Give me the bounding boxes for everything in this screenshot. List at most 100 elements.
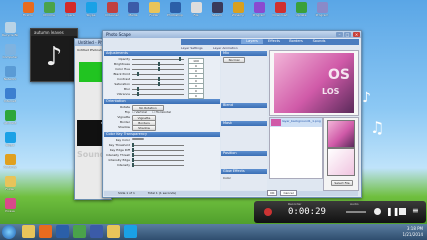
slider-knob[interactable]: [132, 158, 134, 162]
desktop-icon[interactable]: CCleaner: [104, 2, 120, 17]
stop-icon[interactable]: [399, 208, 406, 215]
color-key-header: Color Key Transparency: [104, 132, 220, 137]
key-slider[interactable]: [132, 145, 184, 146]
record-button[interactable]: [264, 208, 272, 216]
slider-knob[interactable]: [158, 77, 160, 81]
taskbar-app-button[interactable]: [39, 225, 52, 238]
player-title[interactable]: autumn leaves: [31, 29, 77, 36]
tab-layers[interactable]: Layers: [241, 39, 263, 44]
desktop-icon[interactable]: Skype: [83, 2, 99, 17]
taskbar-app-button[interactable]: [22, 225, 35, 238]
editor-footer: Slide 1 of 1 Total 1 (1 seconds) OK Canc…: [104, 190, 358, 196]
tab-borders[interactable]: Borders: [285, 39, 307, 44]
key-slider[interactable]: [132, 165, 184, 166]
taskbar-app-button[interactable]: [73, 225, 86, 238]
adjust-slider[interactable]: [132, 74, 184, 75]
desktop-icon-label: Media: [128, 13, 138, 17]
key-slider[interactable]: [132, 150, 184, 151]
desktop-icon[interactable]: Media: [125, 2, 141, 17]
thumbnail[interactable]: [327, 120, 355, 148]
shadow-label: Shadow: [118, 125, 130, 129]
tab-sounds[interactable]: Sounds: [308, 39, 330, 44]
desktop-icon-label: File: [193, 13, 199, 17]
slider-knob[interactable]: [132, 153, 134, 157]
adjust-slider[interactable]: [132, 94, 184, 95]
desktop-icon[interactable]: File: [188, 2, 204, 17]
desktop-icon[interactable]: Skype: [2, 132, 18, 147]
pause-icon[interactable]: ❚❚: [386, 207, 399, 216]
slider-knob[interactable]: [132, 143, 134, 147]
slider-knob[interactable]: [137, 92, 140, 96]
app-icon: [85, 2, 97, 13]
desktop-icon-label: Recycle Bin: [2, 33, 18, 37]
desktop-icon-label: Program: [315, 13, 329, 17]
taskbar-app-button[interactable]: [90, 225, 103, 238]
app-icon: [4, 132, 16, 143]
desktop-icon[interactable]: Winamp: [230, 2, 246, 17]
desktop-icon[interactable]: Firefox: [20, 2, 36, 17]
desktop-icon[interactable]: Download: [272, 2, 288, 17]
slider-knob[interactable]: [137, 87, 140, 91]
minimize-button[interactable]: –: [336, 32, 343, 37]
record-icon[interactable]: [374, 208, 381, 215]
taskbar-date[interactable]: 1/21/2014: [402, 232, 423, 237]
slider-knob[interactable]: [158, 62, 160, 66]
ok-button[interactable]: OK: [267, 190, 278, 196]
slider-knob[interactable]: [132, 163, 134, 167]
taskbar-clock[interactable]: 3:18 PM: [407, 226, 423, 231]
slider-knob[interactable]: [158, 82, 160, 86]
desktop-icon[interactable]: Opera: [62, 2, 78, 17]
adjust-slider[interactable]: [132, 59, 184, 60]
taskbar-app-button[interactable]: [107, 225, 120, 238]
shadow-button[interactable]: Shadow: [132, 125, 156, 131]
desktop-icon-label: Picasa: [5, 209, 15, 213]
desktop-icon[interactable]: Recycle Bin: [2, 22, 18, 37]
desktop-icon[interactable]: Network: [2, 66, 18, 81]
desktop-icon-label: Download: [272, 13, 288, 17]
thumbnail[interactable]: [327, 148, 355, 176]
desktop-icon[interactable]: Steam: [209, 2, 225, 17]
menu-icon[interactable]: ≡: [412, 206, 419, 215]
blend-mode-select[interactable]: Normal: [223, 57, 245, 63]
volume-slider[interactable]: [346, 211, 366, 213]
maximize-button[interactable]: □: [344, 32, 351, 37]
start-button[interactable]: [2, 225, 16, 239]
desktop-icon[interactable]: Update: [293, 2, 309, 17]
select-file-button[interactable]: Select File: [331, 180, 353, 186]
slider-knob[interactable]: [178, 57, 181, 61]
editor-title[interactable]: Photo Scape – □ ×: [103, 31, 361, 38]
desktop-icon[interactable]: Picasa: [2, 198, 18, 213]
desktop-icon[interactable]: Audacity: [2, 154, 18, 169]
taskbar-app-button[interactable]: [124, 225, 137, 238]
slider-knob[interactable]: [137, 72, 140, 76]
desktop-icon-label: Program: [252, 13, 266, 17]
audio-label: Audio: [350, 202, 359, 206]
desktop-icon[interactable]: Program: [251, 2, 267, 17]
slider-knob[interactable]: [132, 148, 134, 152]
key-color-button[interactable]: [132, 138, 144, 140]
adjustments-header: Adjustments: [104, 51, 220, 56]
close-button[interactable]: ×: [353, 32, 360, 37]
desktop-icon-label: Update: [295, 13, 307, 17]
desktop-icon[interactable]: Photoshop: [167, 2, 183, 17]
layer-item[interactable]: layer_background1_1.png: [270, 118, 322, 127]
key-slider[interactable]: [132, 155, 184, 156]
desktop-icon[interactable]: Computer: [2, 44, 18, 59]
adjust-value[interactable]: 0: [188, 92, 204, 99]
slider-knob[interactable]: [158, 67, 160, 71]
desktop-icon[interactable]: uTorrent: [2, 110, 18, 125]
key-slider[interactable]: [132, 160, 184, 161]
tab-effects[interactable]: Effects: [264, 39, 284, 44]
orientation-header: Orientation: [104, 99, 220, 104]
desktop-icon-label: Winamp: [231, 13, 245, 17]
adjust-slider[interactable]: [132, 89, 184, 90]
desktop-icon[interactable]: Internet: [2, 88, 18, 103]
desktop-icon[interactable]: Folder: [146, 2, 162, 17]
preview-overlay-text: OS: [328, 67, 350, 83]
cancel-button[interactable]: Cancel: [280, 190, 297, 196]
taskbar-app-button[interactable]: [56, 225, 69, 238]
tab-strip: Layers Effects Borders Sounds: [181, 39, 359, 45]
desktop-icon[interactable]: Folder: [2, 176, 18, 191]
desktop-icon[interactable]: Program: [314, 2, 330, 17]
desktop-icon[interactable]: Chrome: [41, 2, 57, 17]
